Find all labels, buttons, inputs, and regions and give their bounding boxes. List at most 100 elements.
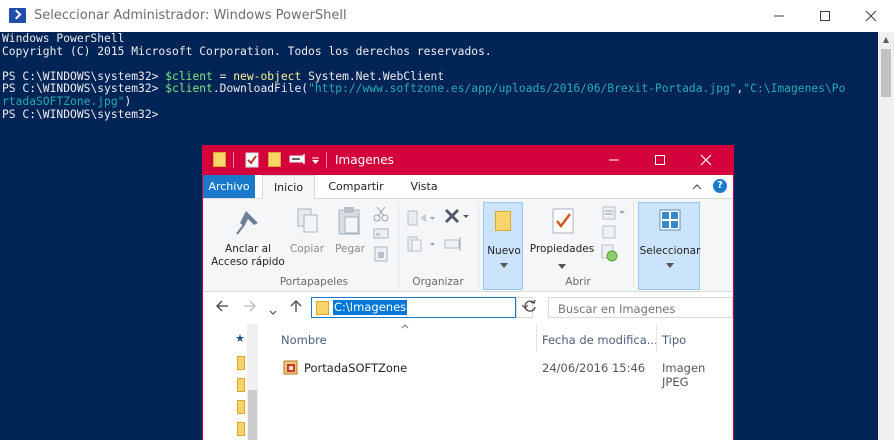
- forward-button[interactable]: [243, 299, 257, 317]
- sort-ascending-icon: [401, 324, 409, 329]
- group-portapapeles: Portapapeles: [279, 276, 349, 288]
- ps-close-button[interactable]: [848, 0, 894, 32]
- explorer-close-button[interactable]: [683, 145, 729, 175]
- nav-folder-icon[interactable]: [237, 400, 245, 414]
- chevron-down-icon: [666, 263, 674, 268]
- search-box[interactable]: [548, 297, 733, 318]
- titlebar-separator: [326, 152, 327, 168]
- copy-path-icon[interactable]: w: [373, 227, 389, 241]
- address-bar-row: C:\Imagenes: [203, 292, 733, 324]
- powershell-title: Seleccionar Administrador: Windows Power…: [34, 8, 347, 23]
- pin-button[interactable]: Anclar al Acceso rápido: [207, 243, 289, 269]
- column-header-fecha[interactable]: Fecha de modifica...: [542, 327, 658, 353]
- jpeg-file-icon: [283, 360, 298, 375]
- scroll-up-icon[interactable]: ▲: [878, 32, 894, 48]
- delete-icon[interactable]: [443, 207, 471, 227]
- tab-compartir[interactable]: Compartir: [321, 175, 391, 198]
- chevron-down-icon[interactable]: [558, 264, 566, 269]
- navigation-pane[interactable]: [203, 324, 259, 440]
- help-icon[interactable]: ?: [713, 179, 727, 193]
- refresh-icon: [524, 299, 536, 312]
- scroll-thumb[interactable]: [881, 49, 891, 97]
- ribbon-separator: [478, 203, 479, 287]
- properties-icon[interactable]: [551, 207, 575, 235]
- console-text: .DownloadFile(: [212, 82, 309, 96]
- edit-icon[interactable]: [602, 225, 618, 239]
- refresh-button[interactable]: [523, 299, 537, 317]
- column-header-nombre[interactable]: Nombre: [281, 327, 327, 353]
- rename-icon[interactable]: [443, 235, 463, 253]
- nav-scroll-thumb[interactable]: [248, 390, 257, 440]
- console-line: Windows PowerShell: [2, 32, 125, 45]
- column-divider[interactable]: [536, 324, 537, 352]
- console-prompt: PS C:\WINDOWS\system32>: [2, 107, 166, 121]
- new-button[interactable]: Nuevo: [483, 202, 523, 290]
- folder-icon: [213, 152, 226, 167]
- ribbon: Anclar al Acceso rápido Copiar Pegar w P…: [203, 199, 733, 292]
- close-icon: [700, 154, 712, 166]
- new-folder-quick-icon[interactable]: [268, 152, 281, 167]
- select-button[interactable]: Seleccionar: [638, 202, 700, 290]
- paste-icon[interactable]: [337, 205, 363, 237]
- console-command: new-object: [233, 69, 302, 83]
- explorer-window[interactable]: Imagenes Archivo Inicio Compartir Vista …: [202, 145, 734, 440]
- copy-button[interactable]: Copiar: [286, 243, 328, 256]
- explorer-titlebar[interactable]: Imagenes: [203, 145, 733, 175]
- paste-shortcut-icon[interactable]: [374, 246, 388, 262]
- titlebar-separator: [233, 152, 234, 168]
- console-string: "http://www.softzone.es/app/uploads/2016…: [308, 82, 737, 96]
- column-header-tipo[interactable]: Tipo: [662, 327, 686, 353]
- console-string: "C:\Imagenes\Po: [743, 82, 846, 96]
- console-string: rtadaSOFTZone.jpg": [2, 94, 125, 108]
- ribbon-separator: [633, 203, 634, 287]
- minimize-icon: [609, 159, 619, 161]
- maximize-icon: [655, 155, 665, 165]
- new-folder-icon: [495, 211, 511, 231]
- explorer-minimize-button[interactable]: [591, 145, 637, 175]
- rename-quick-icon[interactable]: [289, 153, 307, 165]
- copy-to-icon[interactable]: [406, 235, 436, 253]
- file-date: 24/06/2016 15:46: [542, 361, 646, 375]
- ps-maximize-button[interactable]: [802, 0, 848, 32]
- nav-folder-icon[interactable]: [237, 422, 245, 436]
- new-label: Nuevo: [487, 245, 521, 257]
- powershell-titlebar[interactable]: Seleccionar Administrador: Windows Power…: [0, 0, 894, 32]
- pin-icon[interactable]: [236, 209, 260, 237]
- properties-button[interactable]: Propiedades: [527, 243, 597, 256]
- collapse-ribbon-icon[interactable]: [692, 183, 702, 190]
- paste-button[interactable]: Pegar: [329, 243, 371, 256]
- tab-inicio[interactable]: Inicio: [262, 175, 315, 199]
- move-to-icon[interactable]: [406, 209, 436, 227]
- copy-icon[interactable]: [296, 207, 320, 235]
- tab-archivo[interactable]: Archivo: [203, 175, 255, 198]
- star-icon[interactable]: [236, 334, 244, 342]
- back-button[interactable]: [215, 299, 229, 317]
- cut-icon[interactable]: [373, 206, 389, 222]
- powershell-scrollbar[interactable]: ▲: [878, 32, 894, 440]
- console-variable: $client: [165, 69, 213, 83]
- file-name[interactable]: PortadaSOFTZone: [304, 361, 407, 375]
- address-input[interactable]: C:\Imagenes: [311, 297, 516, 318]
- ribbon-tabs: Archivo Inicio Compartir Vista ?: [203, 175, 733, 199]
- properties-quick-icon[interactable]: [245, 152, 259, 168]
- tab-vista[interactable]: Vista: [399, 175, 449, 198]
- explorer-maximize-button[interactable]: [637, 145, 683, 175]
- nav-folder-icon[interactable]: [237, 378, 245, 392]
- nav-folder-icon[interactable]: [237, 356, 245, 370]
- pin-label: Anclar al: [225, 243, 271, 255]
- history-icon[interactable]: [601, 244, 619, 262]
- open-icon[interactable]: [602, 205, 628, 221]
- search-input[interactable]: [558, 302, 708, 316]
- group-organizar: Organizar: [412, 276, 464, 288]
- minimize-icon: [774, 15, 784, 17]
- column-divider[interactable]: [656, 324, 657, 352]
- select-label: Seleccionar: [639, 245, 701, 257]
- console-line: Copyright (C) 2015 Microsoft Corporation…: [2, 44, 492, 58]
- customize-quick-access-icon[interactable]: [311, 157, 320, 166]
- maximize-icon: [820, 11, 830, 21]
- recent-locations-button[interactable]: [269, 304, 277, 320]
- file-list[interactable]: Nombre Fecha de modifica... Tipo Portada…: [259, 324, 733, 440]
- chevron-down-icon: [500, 263, 508, 268]
- ps-minimize-button[interactable]: [756, 0, 802, 32]
- up-button[interactable]: [289, 299, 303, 317]
